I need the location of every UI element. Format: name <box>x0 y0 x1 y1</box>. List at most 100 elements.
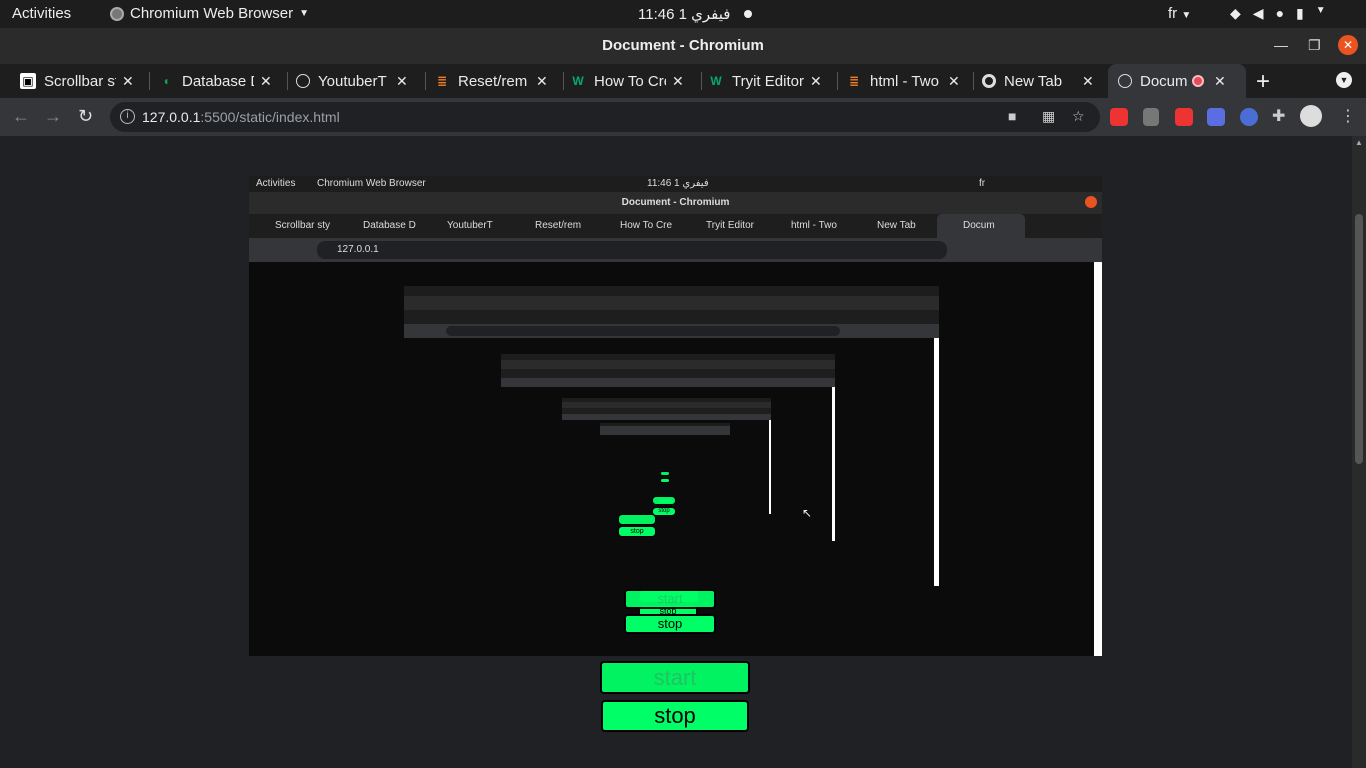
info-icon[interactable]: i <box>120 109 135 124</box>
reload-icon[interactable]: ↻ <box>78 106 93 127</box>
mini-top-bar: Activities Chromium Web Browser 11:46 1 … <box>249 176 1102 192</box>
close-tab-icon[interactable]: ✕ <box>260 73 272 90</box>
extension-icon[interactable] <box>1240 108 1258 126</box>
tab-scrollbar[interactable]: ▣ Scrollbar sty ✕ <box>12 64 150 98</box>
tab-database[interactable]: ◖ Database D ✕ <box>150 64 288 98</box>
mini4-toolbar <box>562 414 771 420</box>
battery-icon: ▮ <box>1296 5 1304 21</box>
mini2-toolbar <box>404 324 939 338</box>
mini-tab-label: YoutuberT <box>447 220 493 231</box>
tab-reset[interactable]: ≣ Reset/rem ✕ <box>426 64 564 98</box>
tab-html-two[interactable]: ≣ html - Two ✕ <box>838 64 974 98</box>
mini2-stop-button: stop <box>618 526 656 537</box>
address-bar[interactable]: i 127.0.0.1:5500/static/index.html ■ ▦ ☆ <box>110 102 1100 132</box>
mini3-stop-button: stop <box>652 507 676 516</box>
close-tab-icon[interactable]: ✕ <box>1082 73 1094 90</box>
mini-tab-label: Tryit Editor <box>706 220 754 231</box>
tab-label: How To Cre <box>594 72 666 90</box>
forward-arrow-icon[interactable]: → <box>44 106 62 127</box>
mini5-stop-button <box>660 478 670 483</box>
level1-start-label: start <box>657 591 683 606</box>
mini-clock: 11:46 1 فيفري <box>647 178 709 189</box>
mini-tab-label: Database D <box>363 220 416 231</box>
scrollbar-thumb[interactable] <box>1355 214 1363 464</box>
stop-label: stop <box>654 703 696 728</box>
mini-lang: fr <box>979 178 986 189</box>
mini3-title-bar <box>501 360 835 369</box>
mongodb-icon: ◖ <box>162 74 170 88</box>
recording-icon <box>1192 75 1204 87</box>
mini3-start-button <box>652 496 676 505</box>
more-menu-icon[interactable]: ⋮ <box>1340 106 1356 126</box>
stackoverflow-icon: ≣ <box>848 74 860 88</box>
mini-address-bar: 127.0.0.1 <box>317 241 947 259</box>
start-button[interactable]: start <box>600 661 750 694</box>
close-tab-icon[interactable]: ✕ <box>396 73 408 90</box>
window-title: Document - Chromium <box>602 37 764 54</box>
avatar[interactable] <box>1300 105 1322 127</box>
mouse-cursor-icon: ↖ <box>802 506 813 520</box>
extension-icon[interactable] <box>1175 108 1193 126</box>
tab-label: New Tab <box>1004 72 1063 90</box>
page-scrollbar[interactable]: ▲ <box>1352 136 1366 768</box>
browser-toolbar: ← → ↻ i 127.0.0.1:5500/static/index.html… <box>0 98 1366 136</box>
close-window-button[interactable]: ✕ <box>1338 35 1358 55</box>
page-content: Activities Chromium Web Browser 11:46 1 … <box>0 136 1366 768</box>
minimize-button[interactable]: — <box>1274 37 1288 53</box>
new-tab-button[interactable]: + <box>1256 68 1270 96</box>
close-tab-icon[interactable]: ✕ <box>122 73 134 90</box>
tab-how-to[interactable]: W How To Cre ✕ <box>564 64 702 98</box>
system-menu[interactable]: ◆ ◀ ● ▮ ▼ <box>1230 5 1326 22</box>
screenshot-level-5 <box>600 423 730 495</box>
mini5-start-button <box>660 471 670 476</box>
start-label: start <box>653 665 697 690</box>
camera-icon[interactable]: ■ <box>1008 108 1016 124</box>
close-tab-icon[interactable]: ✕ <box>672 73 684 90</box>
extension-icon[interactable] <box>1207 108 1225 126</box>
mini-title-bar: Document - Chromium <box>249 192 1102 214</box>
scroll-up-icon[interactable]: ▲ <box>1355 138 1363 147</box>
close-tab-icon[interactable]: ✕ <box>810 73 822 90</box>
close-tab-icon[interactable]: ✕ <box>536 73 548 90</box>
level1-start-button: start <box>624 589 716 609</box>
tab-tryit[interactable]: W Tryit Editor ✕ <box>702 64 838 98</box>
tab-search-icon[interactable]: ▼ <box>1336 72 1352 88</box>
activities-button[interactable]: Activities <box>12 5 71 22</box>
volume-icon: ◀ <box>1252 5 1264 21</box>
mini-activities: Activities <box>256 178 296 189</box>
mini3-scrollbar <box>832 387 835 541</box>
level1-stop-button: stop <box>624 614 716 634</box>
mini2-address-bar <box>446 326 840 336</box>
maximize-button[interactable]: ❐ <box>1308 37 1321 54</box>
star-icon[interactable]: ☆ <box>1072 108 1085 125</box>
w3schools-icon: W <box>710 74 722 88</box>
tab-youtuber[interactable]: YoutuberT ✕ <box>288 64 426 98</box>
tab-new-tab[interactable]: New Tab ✕ <box>974 64 1108 98</box>
mini2-title-bar <box>404 296 939 310</box>
scrollbar-icon: ▣ <box>20 73 36 89</box>
mini4-scrollbar <box>769 420 771 514</box>
clock[interactable]: 11:46 1 فيفري <box>638 5 730 23</box>
qr-code-icon[interactable]: ▦ <box>1042 108 1055 125</box>
level1-stop-label: stop <box>657 616 683 631</box>
tab-document[interactable]: Docum ✕ <box>1108 64 1246 98</box>
stop-button[interactable]: stop <box>601 700 749 732</box>
stats-extension-icon[interactable] <box>1143 108 1159 126</box>
mini-tab-label: html - Two <box>791 220 837 231</box>
keyboard-layout[interactable]: fr ▼ <box>1168 5 1191 22</box>
globe-icon <box>296 74 310 88</box>
extension-icon[interactable] <box>1110 108 1128 126</box>
app-menu[interactable]: Chromium Web Browser ▼ <box>110 5 309 22</box>
globe-icon <box>1118 74 1132 88</box>
tab-label: Docum <box>1140 72 1188 90</box>
back-arrow-icon[interactable]: ← <box>12 106 30 127</box>
close-tab-icon[interactable]: ✕ <box>948 73 960 90</box>
close-tab-icon[interactable]: ✕ <box>1214 73 1226 90</box>
window-title-bar: Document - Chromium — ❐ ✕ <box>0 28 1366 64</box>
chevron-down-icon: ▼ <box>1181 10 1192 21</box>
url-text[interactable]: 127.0.0.1:5500/static/index.html <box>142 109 340 125</box>
puzzle-icon[interactable]: ✚ <box>1272 106 1285 126</box>
mini-tab-label: Reset/rem <box>535 220 582 231</box>
stackoverflow-icon: ≣ <box>436 74 448 88</box>
url-host: 127.0.0.1 <box>142 109 201 125</box>
